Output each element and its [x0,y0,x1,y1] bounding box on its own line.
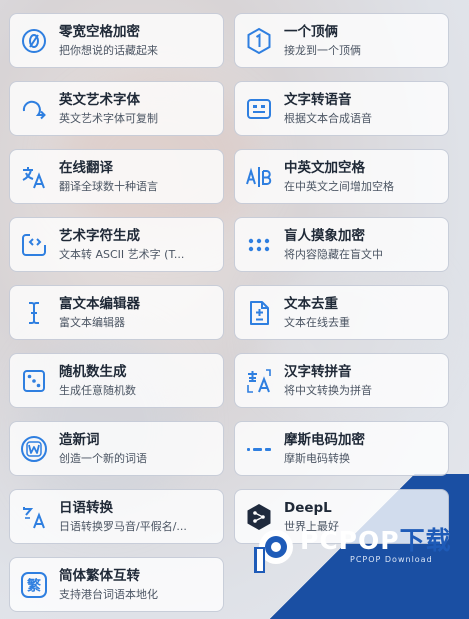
tool-title: 盲人摸象加密 [284,227,365,244]
text-cursor-icon [20,299,48,327]
tool-title: 简体繁体互转 [59,567,140,584]
tool-title: 摩斯电码加密 [284,431,365,448]
tool-card-simplified-traditional[interactable]: 繁 简体繁体互转 支持港台词语本地化 [9,557,224,612]
morse-code-icon [245,435,273,463]
tool-card-one-two[interactable]: 一个顶俩 接龙到一个顶俩 [234,13,449,68]
tool-desc: 日语转换罗马音/平假名/... [59,519,187,533]
tool-card-random-number[interactable]: 随机数生成 生成任意随机数 [9,353,224,408]
file-diff-icon [245,299,273,327]
tool-title: DeepL [284,499,332,516]
pcpop-watermark: PCPOP下载 PCPOP Download [252,527,452,575]
tool-card-online-translate[interactable]: 在线翻译 翻译全球数十种语言 [9,149,224,204]
tool-card-english-art-font[interactable]: 英文艺术字体 英文艺术字体可复制 [9,81,224,136]
tool-title: 文本去重 [284,295,338,312]
chinese-to-latin-icon [245,367,273,395]
tool-grid: 零宽空格加密 把你想说的话藏起来 一个顶俩 接龙到一个顶俩 英文艺术字体 英文艺… [9,13,449,612]
tool-title: 在线翻译 [59,159,113,176]
traditional-glyph: 繁 [26,577,42,594]
tool-card-morse-code[interactable]: 摩斯电码加密 摩斯电码转换 [234,421,449,476]
tool-title: 艺术字符生成 [59,227,140,244]
tool-title: 英文艺术字体 [59,91,140,108]
pcpop-logo-icon [254,530,293,573]
tool-card-japanese-convert[interactable]: 日语转换 日语转换罗马音/平假名/... [9,489,224,544]
tool-title: 零宽空格加密 [59,23,140,40]
speech-box-icon [245,95,273,123]
code-frame-icon [20,231,48,259]
letter-w-circle-icon [20,435,48,463]
tool-desc: 将中文转换为拼音 [284,383,372,397]
curved-arrow-icon [20,95,48,123]
tool-desc: 富文本编辑器 [59,315,125,329]
tool-desc: 生成任意随机数 [59,383,136,397]
tool-desc: 翻译全球数十种语言 [59,179,158,193]
tool-card-braille-encrypt[interactable]: 盲人摸象加密 将内容隐藏在盲文中 [234,217,449,272]
watermark-brand-suffix: 下载 [399,526,452,555]
dice-icon [20,367,48,395]
tool-card-zero-width-encrypt[interactable]: 零宽空格加密 把你想说的话藏起来 [9,13,224,68]
tool-card-rich-text-editor[interactable]: 富文本编辑器 富文本编辑器 [9,285,224,340]
tool-title: 文字转语音 [284,91,352,108]
tool-desc: 根据文本合成语音 [284,111,372,125]
tool-card-hanzi-to-pinyin[interactable]: 汉字转拼音 将中文转换为拼音 [234,353,449,408]
tool-card-text-dedup[interactable]: 文本去重 文本在线去重 [234,285,449,340]
japanese-latin-icon [20,503,48,531]
watermark-brand: PCPOP [300,526,400,555]
translate-icon [20,163,48,191]
tool-desc: 支持港台词语本地化 [59,587,158,601]
tool-title: 随机数生成 [59,363,127,380]
tool-title: 汉字转拼音 [284,363,352,380]
braille-dots-icon [245,231,273,259]
tool-title: 中英文加空格 [284,159,365,176]
traditional-char-icon: 繁 [20,571,48,599]
tool-desc: 文本转 ASCII 艺术字 (T... [59,247,185,261]
tool-title: 日语转换 [59,499,113,516]
watermark-subtitle: PCPOP Download [350,555,433,564]
tool-card-new-word[interactable]: 造新词 创造一个新的词语 [9,421,224,476]
tool-card-ascii-art[interactable]: 艺术字符生成 文本转 ASCII 艺术字 (T... [9,217,224,272]
zero-slash-circle-icon [20,27,48,55]
tool-desc: 接龙到一个顶俩 [284,43,361,57]
tool-desc: 将内容隐藏在盲文中 [284,247,383,261]
tool-title: 一个顶俩 [284,23,338,40]
tool-desc: 在中英文之间增加空格 [284,179,394,193]
tool-card-add-space[interactable]: 中英文加空格 在中英文之间增加空格 [234,149,449,204]
tool-title: 造新词 [59,431,100,448]
tool-card-text-to-speech[interactable]: 文字转语音 根据文本合成语音 [234,81,449,136]
tool-title: 富文本编辑器 [59,295,140,312]
tool-desc: 文本在线去重 [284,315,350,329]
ab-divider-icon [245,163,273,191]
tool-desc: 创造一个新的词语 [59,451,147,465]
number-one-hexagon-icon [245,27,273,55]
tool-desc: 摩斯电码转换 [284,451,350,465]
tool-desc: 把你想说的话藏起来 [59,43,158,57]
tool-desc: 英文艺术字体可复制 [59,111,158,125]
